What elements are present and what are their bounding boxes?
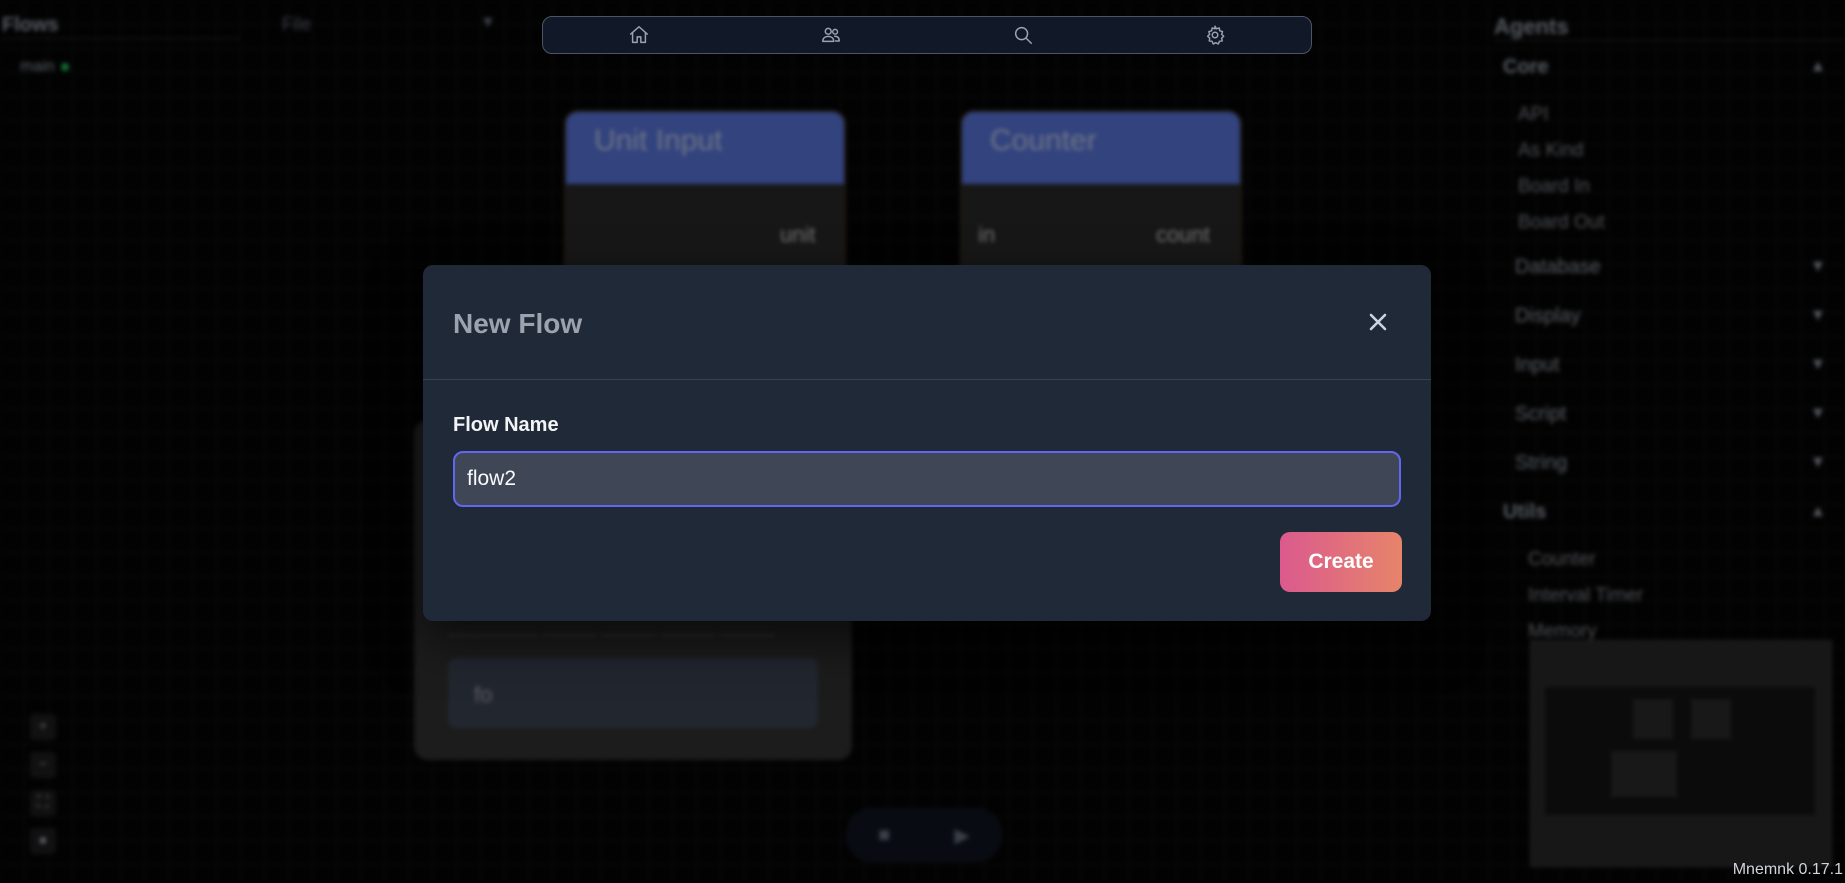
- close-button[interactable]: [1363, 307, 1393, 337]
- flow-name-input[interactable]: [453, 451, 1401, 507]
- create-button[interactable]: Create: [1280, 532, 1402, 592]
- top-navigation: [542, 16, 1312, 54]
- dialog-header: New Flow: [423, 265, 1431, 380]
- home-icon[interactable]: [625, 21, 653, 49]
- version-label: Mnemnk 0.17.1: [1732, 861, 1843, 878]
- close-icon: [1369, 313, 1387, 331]
- flow-name-label: Flow Name: [453, 414, 559, 436]
- gear-icon[interactable]: [1201, 21, 1229, 49]
- search-icon[interactable]: [1009, 21, 1037, 49]
- dialog-title: New Flow: [453, 308, 583, 339]
- users-icon[interactable]: [817, 21, 845, 49]
- new-flow-dialog: New Flow Flow Name Create: [423, 265, 1431, 621]
